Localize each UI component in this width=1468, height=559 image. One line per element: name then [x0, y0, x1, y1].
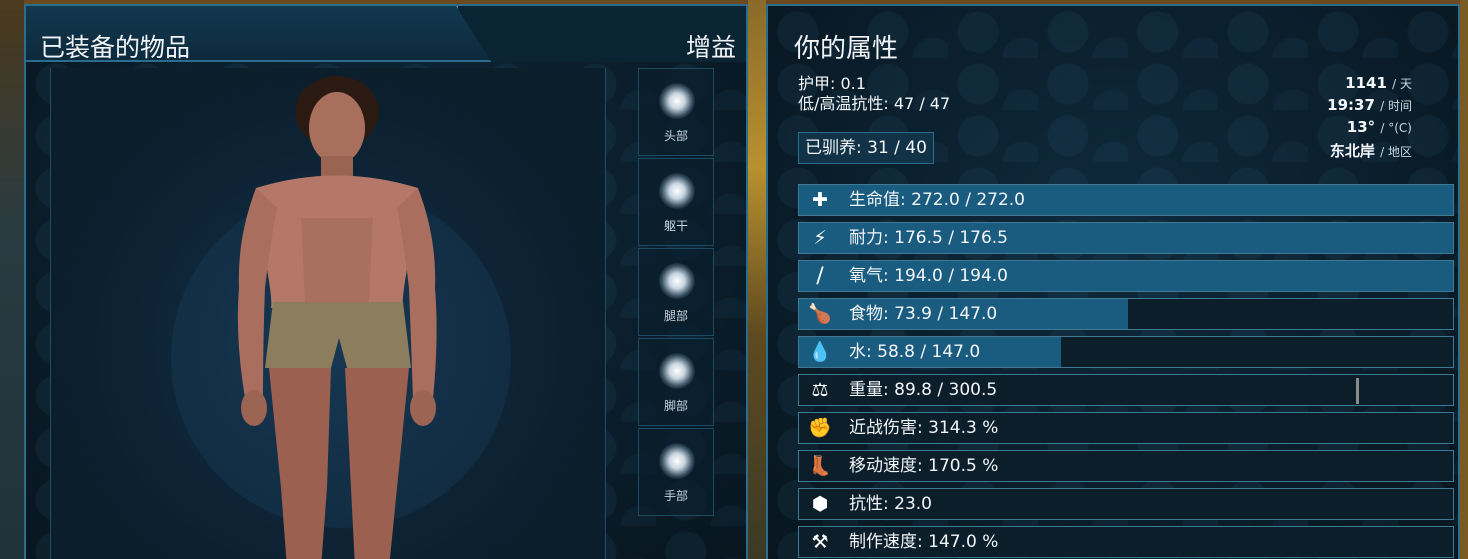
fortitude-icon: ⬢ [811, 493, 829, 515]
day-unit: / 天 [1392, 77, 1412, 91]
slot-hands[interactable]: 手部 [638, 428, 714, 516]
stat-bar-stamina[interactable]: ⚡ 耐力: 176.5 / 176.5 [798, 222, 1454, 254]
stat-bar-oxygen[interactable]: ⧸ 氧气: 194.0 / 194.0 [798, 260, 1454, 292]
character-preview[interactable] [50, 68, 606, 559]
background-left-edge [0, 0, 24, 559]
region-value: 东北岸 [1329, 142, 1375, 160]
slot-head[interactable]: 头部 [638, 68, 714, 156]
slot-label: 头部 [663, 129, 688, 143]
buff-tab[interactable]: 增益 [686, 28, 736, 64]
fortitude-label: 抗性: 23.0 [849, 494, 932, 514]
stat-bar-water[interactable]: 💧 水: 58.8 / 147.0 [798, 336, 1454, 368]
movement-boot-icon: 👢 [808, 455, 832, 477]
food-drumstick-icon: 🍗 [808, 303, 832, 325]
stat-bar-crafting[interactable]: ⚒ 制作速度: 147.0 % [798, 526, 1454, 558]
melee-label: 近战伤害: 314.3 % [849, 418, 999, 438]
attributes-panel: 你的属性 护甲: 0.1 低/高温抗性: 47 / 47 1141 / 天 19… [766, 4, 1460, 559]
equipment-header: 已装备的物品 增益 [26, 6, 746, 64]
stat-bar-melee[interactable]: ✊ 近战伤害: 314.3 % [798, 412, 1454, 444]
weight-label: 重量: 89.8 / 300.5 [849, 380, 998, 400]
equipment-title: 已装备的物品 [40, 33, 191, 62]
slot-legs[interactable]: 腿部 [638, 248, 714, 336]
character-model [237, 76, 437, 559]
weight-threshold-marker [1355, 378, 1359, 404]
temperature-resistance: 低/高温抗性: 47 / 47 [798, 94, 951, 113]
region-unit: / 地区 [1380, 145, 1412, 159]
water-drop-icon: 💧 [808, 341, 832, 363]
temperature-row: 13° / °(C) [1327, 118, 1412, 140]
oxygen-tank-icon: ⧸ [816, 265, 824, 287]
equipment-panel: 已装备的物品 增益 头部 躯干 腿部 脚部 手部 [24, 4, 748, 559]
crafting-label: 制作速度: 147.0 % [849, 532, 999, 552]
time-value: 19:37 [1327, 96, 1375, 114]
attributes-title: 你的属性 [794, 34, 899, 64]
melee-fist-icon: ✊ [808, 417, 832, 439]
food-label: 食物: 73.9 / 147.0 [849, 304, 998, 324]
equipment-slots: 头部 躯干 腿部 脚部 手部 [638, 68, 718, 518]
stamina-label: 耐力: 176.5 / 176.5 [849, 228, 1009, 248]
tamed-count: 已驯养: 31 / 40 [798, 132, 934, 164]
weight-icon: ⚖ [811, 379, 829, 401]
crafting-tools-icon: ⚒ [811, 531, 829, 553]
background-right-edge [1460, 0, 1468, 559]
day-value: 1141 [1345, 74, 1387, 92]
slot-label: 脚部 [663, 399, 688, 413]
slot-torso[interactable]: 躯干 [638, 158, 714, 246]
time-row: 19:37 / 时间 [1327, 96, 1412, 118]
empty-slot-icon [659, 83, 695, 119]
slot-label: 躯干 [663, 219, 688, 233]
stamina-bolt-icon: ⚡ [813, 227, 827, 249]
world-info: 1141 / 天 19:37 / 时间 13° / °(C) 东北岸 / 地区 [1327, 74, 1412, 162]
slot-label: 手部 [663, 489, 688, 503]
stat-bar-fortitude[interactable]: ⬢ 抗性: 23.0 [798, 488, 1454, 520]
time-unit: / 时间 [1380, 99, 1412, 113]
stat-bar-health[interactable]: ✚ 生命值: 272.0 / 272.0 [798, 184, 1454, 216]
health-cross-icon: ✚ [812, 189, 828, 211]
oxygen-label: 氧气: 194.0 / 194.0 [849, 266, 1009, 286]
stat-bar-weight[interactable]: ⚖ 重量: 89.8 / 300.5 [798, 374, 1454, 406]
slot-label: 腿部 [663, 309, 688, 323]
day-row: 1141 / 天 [1327, 74, 1412, 96]
temperature-unit: / °(C) [1380, 121, 1412, 135]
movement-label: 移动速度: 170.5 % [849, 456, 999, 476]
water-label: 水: 58.8 / 147.0 [849, 342, 981, 362]
empty-slot-icon [659, 263, 695, 299]
empty-slot-icon [659, 353, 695, 389]
temperature-value: 13° [1346, 118, 1376, 136]
empty-slot-icon [659, 173, 695, 209]
slot-feet[interactable]: 脚部 [638, 338, 714, 426]
region-row: 东北岸 / 地区 [1327, 140, 1412, 162]
stat-bars: ✚ 生命值: 272.0 / 272.0 ⚡ 耐力: 176.5 / 176.5… [798, 184, 1456, 559]
empty-slot-icon [659, 443, 695, 479]
health-label: 生命值: 272.0 / 272.0 [849, 190, 1026, 210]
stat-bar-food[interactable]: 🍗 食物: 73.9 / 147.0 [798, 298, 1454, 330]
background-gap [748, 0, 766, 559]
stat-bar-movement[interactable]: 👢 移动速度: 170.5 % [798, 450, 1454, 482]
